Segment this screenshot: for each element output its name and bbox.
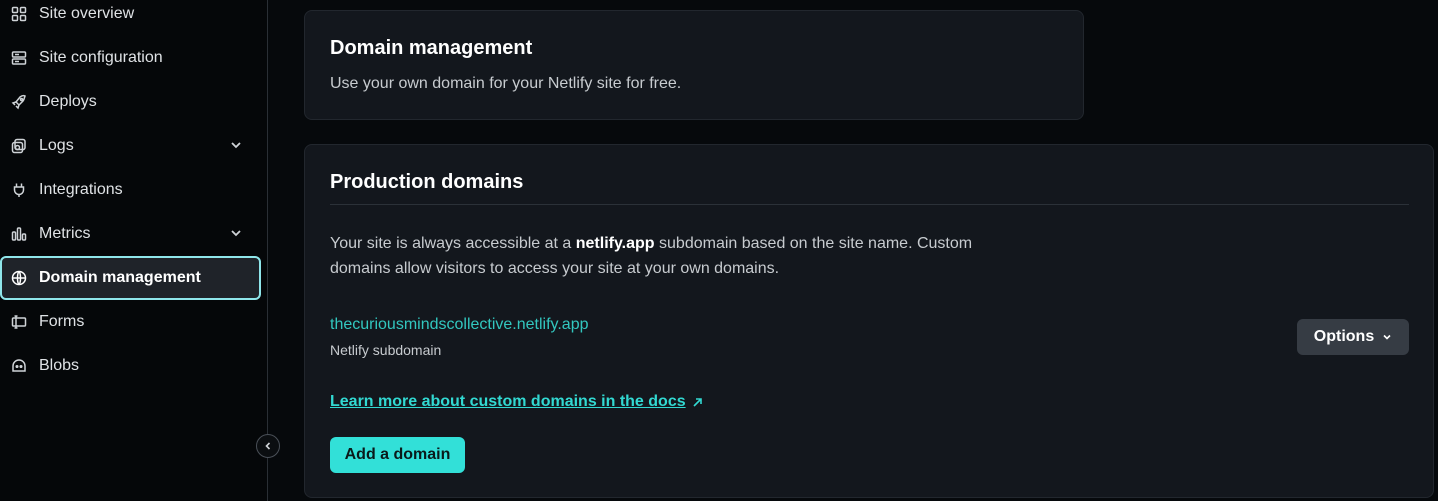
chevron-down-icon[interactable] [229,226,243,240]
sidebar-item-deploys[interactable]: Deploys [0,80,261,124]
sidebar-item-metrics[interactable]: Metrics [0,212,261,256]
intro-prefix: Your site is always accessible at a [330,235,576,252]
logs-icon [10,137,28,155]
sidebar-item-logs[interactable]: Logs [0,124,261,168]
chevron-down-icon[interactable] [229,138,243,152]
section-title: Production domains [330,171,524,193]
add-domain-button[interactable]: Add a domain [330,437,465,473]
sidebar-item-label: Deploys [39,93,97,110]
sidebar-item-label: Integrations [39,181,123,198]
sidebar-item-label: Site overview [39,5,135,22]
production-domains-card: Production domains Your site is always a… [304,144,1434,498]
sidebar-item-domain-management[interactable]: Domain management [0,256,261,300]
blob-icon [10,357,28,375]
grid-icon [10,5,28,23]
domain-management-card: Domain management Use your own domain fo… [304,10,1084,120]
rocket-icon [10,93,28,111]
sidebar-item-label: Forms [39,313,85,330]
intro-bold: netlify.app [575,235,655,252]
globe-icon [10,269,28,287]
sidebar-item-integrations[interactable]: Integrations [0,168,261,212]
sidebar-item-label: Blobs [39,357,80,374]
plug-icon [10,181,28,199]
sidebar-item-label: Metrics [39,225,91,242]
domain-type-label: Netlify subdomain [330,342,442,358]
sidebar-item-blobs[interactable]: Blobs [0,344,261,388]
sidebar-item-site-overview[interactable]: Site overview [0,0,261,36]
app-root: Site overview Site configuration Deploys… [0,0,1438,501]
external-arrow-icon [693,397,702,407]
options-button[interactable]: Options [1297,319,1409,355]
sidebar-item-site-configuration[interactable]: Site configuration [0,36,261,80]
sidebar-item-forms[interactable]: Forms [0,300,261,344]
sidebar: Site overview Site configuration Deploys… [0,0,280,501]
docs-link[interactable]: Learn more about custom domains in the d… [330,393,703,411]
chevron-down-icon [1383,334,1391,340]
page-title: Domain management [330,37,533,59]
form-icon [10,313,28,331]
divider [330,204,1409,205]
options-label: Options [1313,328,1375,345]
chevron-left-icon [265,442,271,450]
netlify-subdomain-link[interactable]: thecuriousmindscollective.netlify.app [330,316,589,334]
server-icon [10,49,28,67]
sidebar-item-label: Site configuration [39,49,163,66]
sidebar-item-label: Logs [39,137,74,154]
bar-chart-icon [10,225,28,243]
docs-link-label: Learn more about custom domains in the d… [330,393,686,410]
sidebar-item-label: Domain management [39,269,201,286]
page-description: Use your own domain for your Netlify sit… [330,75,682,92]
production-intro: Your site is always accessible at a netl… [330,231,1010,281]
collapse-sidebar-button[interactable] [256,434,280,458]
